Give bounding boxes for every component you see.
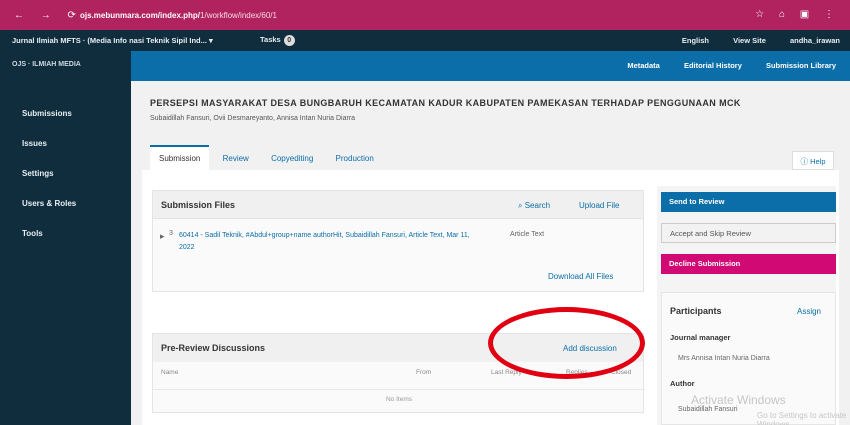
workflow-tabs: Submission Review Copyediting Production [150, 145, 385, 170]
submission-title: PERSEPSI MASYARAKAT DESA BUNGBARUH KECAM… [150, 98, 741, 108]
file-row: ▸ 3 60414 - Sadil Teknik, #Abdul+group+n… [153, 228, 645, 262]
accept-skip-review-button[interactable]: Accept and Skip Review [661, 223, 836, 243]
sidebar-item-users-roles[interactable]: Users & Roles [0, 189, 131, 219]
user-links: English View Site andha_irawan [660, 36, 840, 45]
ojs-logo: OJS · ILMIAH MEDIA [0, 51, 131, 81]
view-site-link[interactable]: View Site [733, 36, 766, 45]
workflow-links: Metadata Editorial History Submission Li… [605, 61, 836, 70]
download-all-files-button[interactable]: Download All Files [548, 272, 613, 281]
file-id: 3 [169, 230, 173, 237]
ojs-header: Jurnal Ilmiah MFTS · (Media Info nasi Te… [0, 30, 850, 51]
discussions-title: Pre-Review Discussions [161, 343, 266, 353]
decline-submission-button[interactable]: Decline Submission [661, 254, 836, 274]
url-path: 1/workflow/index/60/1 [200, 11, 277, 20]
metadata-link[interactable]: Metadata [627, 61, 660, 70]
browser-nav-icons[interactable]: ← → ⟳ [14, 10, 83, 21]
address-bar[interactable]: ojs.mebunmara.com/index.php/1/workflow/i… [80, 8, 540, 23]
url-domain: ojs.mebunmara.com/index.php/ [80, 11, 201, 20]
column-name: Name [161, 369, 179, 376]
participant-role: Author [670, 379, 695, 388]
tab-review[interactable]: Review [214, 147, 258, 172]
file-link[interactable]: 60414 - Sadil Teknik, #Abdul+group+name … [179, 230, 479, 254]
journal-context-menu[interactable]: Jurnal Ilmiah MFTS · (Media Info nasi Te… [12, 36, 213, 45]
sidebar-item-tools[interactable]: Tools [0, 219, 131, 249]
tasks-menu[interactable]: Tasks 0 [260, 35, 295, 46]
participant-name[interactable]: Subaidillah Fansuri [678, 406, 738, 413]
user-menu[interactable]: andha_irawan [790, 36, 840, 45]
empty-message: No Items [153, 389, 645, 409]
help-button[interactable]: ⓘ Help [792, 151, 834, 170]
expand-icon[interactable]: ▸ [160, 231, 165, 242]
browser-title-bar: ← → ⟳ ojs.mebunmara.com/index.php/1/work… [0, 0, 850, 30]
windows-activation-subtext: Go to Settings to activate Windows. [757, 411, 847, 425]
participants-title: Participants [670, 306, 722, 316]
annotation-circle [488, 307, 645, 379]
files-title: Submission Files [161, 200, 236, 210]
submission-files-panel: Submission Files ⌕ Search Upload File ▸ … [152, 190, 644, 292]
submission-authors: Subaidillah Fansuri, Ovii Desmareyanto, … [150, 115, 356, 122]
participant-role: Journal manager [670, 333, 731, 342]
tab-submission[interactable]: Submission [150, 145, 210, 170]
files-header: Submission Files ⌕ Search Upload File [153, 191, 643, 219]
tab-production[interactable]: Production [327, 147, 383, 172]
language-menu[interactable]: English [682, 36, 709, 45]
column-from: From [416, 369, 432, 376]
file-type: Article Text [510, 231, 545, 238]
workflow-header: Metadata Editorial History Submission Li… [131, 51, 850, 81]
tab-copyediting[interactable]: Copyediting [262, 147, 322, 172]
browser-toolbar-icons[interactable]: ☆ ⌂ ▣ ⋮ [755, 9, 840, 20]
editorial-history-link[interactable]: Editorial History [684, 61, 742, 70]
dropdown-icon: ▾ [208, 36, 213, 45]
admin-sidebar: OJS · ILMIAH MEDIA Submissions Issues Se… [0, 51, 131, 425]
task-count-badge: 0 [283, 35, 295, 46]
search-icon: ⌕ [518, 201, 525, 210]
assign-participant-button[interactable]: Assign [797, 307, 821, 316]
sidebar-item-issues[interactable]: Issues [0, 129, 131, 159]
windows-activation-watermark: Activate Windows [691, 393, 786, 407]
upload-file-button[interactable]: Upload File [579, 201, 619, 210]
sidebar-item-settings[interactable]: Settings [0, 159, 131, 189]
submission-library-link[interactable]: Submission Library [766, 61, 836, 70]
help-icon: ⓘ [800, 157, 811, 166]
sidebar-item-submissions[interactable]: Submissions [0, 99, 131, 129]
participant-name[interactable]: Mrs Annisa Intan Nuria Diarra [678, 355, 770, 362]
send-to-review-button[interactable]: Send to Review [661, 192, 836, 212]
search-files-button[interactable]: ⌕ Search [518, 201, 550, 211]
